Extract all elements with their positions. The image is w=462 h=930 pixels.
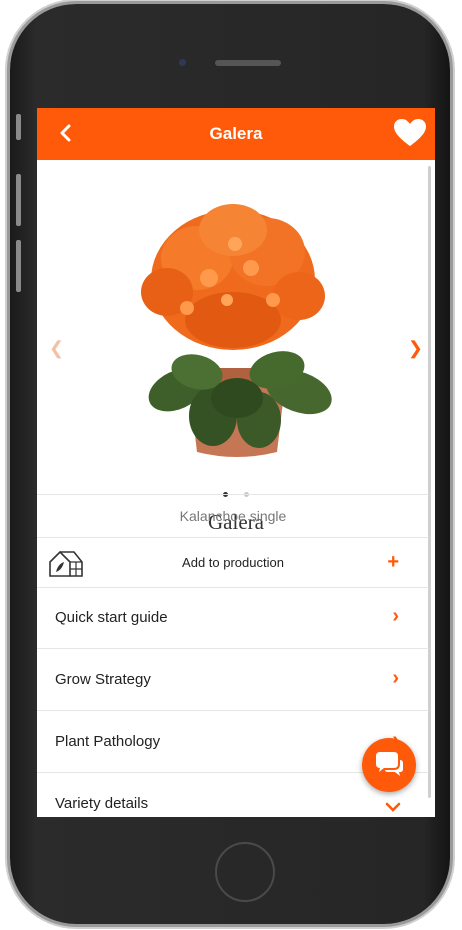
chat-button[interactable] xyxy=(362,738,416,792)
mute-switch xyxy=(16,114,21,140)
product-image xyxy=(141,204,332,457)
product-subtitle-row: Kalanchoe single xyxy=(37,494,429,537)
menu-item-grow-strategy[interactable]: Grow Strategy › xyxy=(37,648,429,710)
menu-item-label: Plant Pathology xyxy=(55,733,161,750)
chevron-right-icon[interactable]: › xyxy=(392,667,399,690)
app-screen: Galera ❮ ❯ Galera Kalanchoe single Add t… xyxy=(37,108,435,817)
heart-icon[interactable] xyxy=(393,118,427,148)
menu-item-label: Quick start guide xyxy=(55,609,168,626)
carousel-next-icon[interactable]: ❯ xyxy=(408,338,423,359)
product-image-carousel[interactable]: ❮ ❯ Galera xyxy=(37,160,435,550)
volume-up-button xyxy=(16,174,21,226)
chat-icon xyxy=(376,752,403,776)
product-subtitle: Kalanchoe single xyxy=(179,508,287,524)
add-to-production-label[interactable]: Add to production xyxy=(37,555,429,570)
volume-down-button xyxy=(16,240,21,292)
add-to-production-row[interactable]: Add to production + xyxy=(37,537,429,587)
page-title: Galera xyxy=(209,124,263,143)
chevron-down-icon[interactable] xyxy=(385,801,401,813)
plus-icon[interactable]: + xyxy=(387,551,399,574)
header-bar: Galera xyxy=(37,108,435,160)
menu-item-label: Grow Strategy xyxy=(55,671,151,688)
carousel-prev-icon[interactable]: ❮ xyxy=(49,338,64,359)
home-button[interactable] xyxy=(215,842,275,902)
menu-item-label: Variety details xyxy=(55,795,149,812)
chevron-right-icon[interactable]: › xyxy=(392,605,399,628)
earpiece-speaker xyxy=(215,60,281,66)
front-camera xyxy=(179,59,186,66)
menu-item-quick-start-guide[interactable]: Quick start guide › xyxy=(37,587,429,648)
